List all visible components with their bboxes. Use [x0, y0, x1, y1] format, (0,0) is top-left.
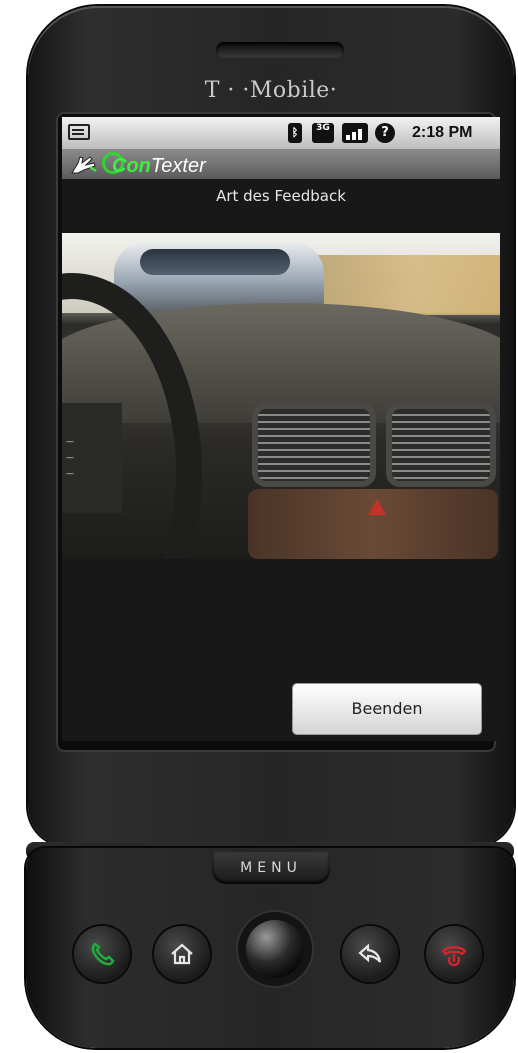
app-title-bar: ConTexter	[62, 149, 500, 179]
end-call-icon	[441, 946, 467, 967]
end-button[interactable]: Beenden	[292, 683, 482, 735]
home-icon	[171, 943, 193, 965]
call-icon	[91, 942, 115, 966]
page-subtitle: Art des Feedback	[216, 187, 346, 205]
bluetooth-icon: ᛒ	[288, 123, 302, 143]
call-key[interactable]	[74, 926, 130, 982]
status-bar: ᛒ 3G ? 2:18 PM	[62, 117, 500, 149]
app-title: ConTexter	[102, 152, 206, 178]
carrier-logo: T · ·Mobile·	[204, 78, 338, 103]
app-hand-icon	[71, 156, 97, 174]
signal-icon	[342, 123, 368, 143]
menu-key[interactable]: MENU	[212, 852, 330, 884]
help-icon: ?	[375, 123, 395, 143]
phone-lower-body: MENU	[26, 848, 514, 1048]
status-time: 2:18 PM	[412, 124, 473, 141]
back-icon	[358, 943, 382, 963]
earpiece-speaker	[216, 42, 344, 58]
device-screen: ᛒ 3G ? 2:18 PM ConTexter Art des Feedbac…	[62, 117, 500, 741]
home-key[interactable]	[154, 926, 210, 982]
camera-view: — — —	[62, 233, 500, 559]
3g-icon: 3G	[312, 123, 334, 143]
trackball[interactable]	[246, 920, 304, 978]
notification-icon[interactable]	[68, 124, 90, 140]
back-key[interactable]	[342, 926, 398, 982]
end-call-key[interactable]	[426, 926, 482, 982]
